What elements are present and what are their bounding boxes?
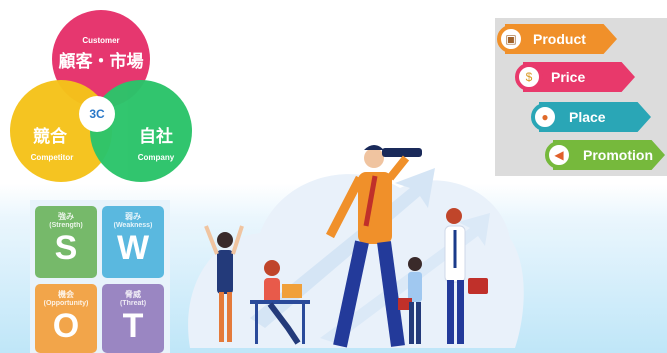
customer-jp-label: 顧客・市場 — [58, 52, 144, 71]
opportunity-letter: O — [52, 307, 80, 345]
swot-weakness-tile: 弱み (Weakness) W — [102, 206, 164, 278]
customer-en-label: Customer — [82, 36, 120, 45]
megaphone-icon: ◀ — [545, 141, 573, 169]
competitor-jp-label: 競合 — [33, 127, 67, 146]
team-vision-illustration — [188, 145, 524, 348]
strength-letter: S — [54, 229, 78, 267]
swot-diagram: 強み (Strength) S 弱み (Weakness) W 機会 (Oppo… — [30, 200, 170, 353]
threat-en-label: (Threat) — [119, 300, 147, 307]
swot-opportunity-tile: 機会 (Opportunity) O — [35, 284, 97, 353]
opportunity-jp-label: 機会 — [58, 290, 74, 299]
strength-jp-label: 強み — [58, 212, 74, 221]
price-label: Price — [551, 69, 586, 85]
location-pin-icon: ● — [531, 103, 559, 131]
three-c-center-label: 3C — [79, 96, 115, 132]
strength-en-label: (Strength) — [49, 222, 83, 229]
weakness-letter: W — [116, 229, 150, 267]
weakness-en-label: (Weakness) — [113, 222, 153, 229]
coin-icon: $ — [515, 63, 543, 91]
box-icon: ▣ — [497, 25, 525, 53]
competitor-en-label: Competitor — [30, 153, 74, 162]
threat-jp-label: 脅威 — [125, 290, 141, 299]
threat-letter: T — [122, 307, 144, 345]
promotion-label: Promotion — [583, 147, 653, 163]
swot-threat-tile: 脅威 (Threat) T — [102, 284, 164, 353]
product-label: Product — [533, 31, 586, 47]
swot-strength-tile: 強み (Strength) S — [35, 206, 97, 278]
weakness-jp-label: 弱み — [125, 212, 141, 221]
opportunity-en-label: (Opportunity) — [43, 300, 89, 307]
place-label: Place — [569, 109, 606, 125]
